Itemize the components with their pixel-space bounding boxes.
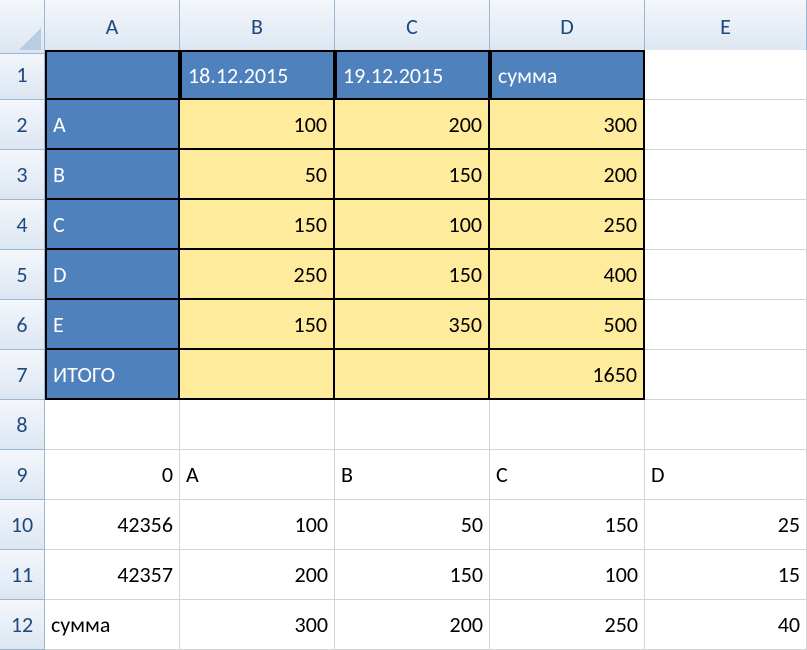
cell-A2[interactable]: A xyxy=(45,100,180,150)
cell-B5[interactable]: 250 xyxy=(180,250,335,300)
col-header-C[interactable]: C xyxy=(335,0,490,54)
cell-D5[interactable]: 400 xyxy=(490,250,645,300)
col-header-A[interactable]: A xyxy=(45,0,180,54)
cell-D11[interactable]: 100 xyxy=(490,550,645,600)
cell-B4[interactable]: 150 xyxy=(180,200,335,250)
col-header-D[interactable]: D xyxy=(490,0,645,54)
row-header-9[interactable]: 9 xyxy=(0,450,45,500)
row-header-8[interactable]: 8 xyxy=(0,400,45,450)
cell-E12[interactable]: 40 xyxy=(645,600,807,650)
row-header-11[interactable]: 11 xyxy=(0,550,45,600)
cell-D10[interactable]: 150 xyxy=(490,500,645,550)
cell-C1[interactable]: 19.12.2015 xyxy=(335,50,490,100)
cell-B12[interactable]: 300 xyxy=(180,600,335,650)
cell-A9[interactable]: 0 xyxy=(45,450,180,500)
cell-E3[interactable] xyxy=(645,150,807,200)
cell-B1[interactable]: 18.12.2015 xyxy=(180,50,335,100)
cell-D1[interactable]: сумма xyxy=(490,50,645,100)
row-header-7[interactable]: 7 xyxy=(0,350,45,400)
cell-A10[interactable]: 42356 xyxy=(45,500,180,550)
cell-A3[interactable]: B xyxy=(45,150,180,200)
cell-A6[interactable]: E xyxy=(45,300,180,350)
cell-C8[interactable] xyxy=(335,400,490,450)
col-header-E[interactable]: E xyxy=(645,0,807,54)
row-header-12[interactable]: 12 xyxy=(0,600,45,650)
cell-E9[interactable]: D xyxy=(645,450,807,500)
cell-C12[interactable]: 200 xyxy=(335,600,490,650)
cell-C11[interactable]: 150 xyxy=(335,550,490,600)
cell-D7[interactable]: 1650 xyxy=(490,350,645,400)
row-header-10[interactable]: 10 xyxy=(0,500,45,550)
col-header-B[interactable]: B xyxy=(180,0,335,54)
cell-A11[interactable]: 42357 xyxy=(45,550,180,600)
cell-B2[interactable]: 100 xyxy=(180,100,335,150)
cell-C5[interactable]: 150 xyxy=(335,250,490,300)
cell-E7[interactable] xyxy=(645,350,807,400)
row-header-2[interactable]: 2 xyxy=(0,100,45,150)
cell-E4[interactable] xyxy=(645,200,807,250)
cell-A12[interactable]: сумма xyxy=(45,600,180,650)
cell-B11[interactable]: 200 xyxy=(180,550,335,600)
cell-C4[interactable]: 100 xyxy=(335,200,490,250)
cell-B10[interactable]: 100 xyxy=(180,500,335,550)
cell-B8[interactable] xyxy=(180,400,335,450)
cell-B9[interactable]: A xyxy=(180,450,335,500)
cell-B6[interactable]: 150 xyxy=(180,300,335,350)
select-all-corner[interactable] xyxy=(0,0,45,54)
row-header-5[interactable]: 5 xyxy=(0,250,45,300)
cell-D12[interactable]: 250 xyxy=(490,600,645,650)
cell-C10[interactable]: 50 xyxy=(335,500,490,550)
row-header-1[interactable]: 1 xyxy=(0,50,45,100)
cell-E2[interactable] xyxy=(645,100,807,150)
cell-E1[interactable] xyxy=(645,50,807,100)
spreadsheet-grid: A B C D E 1 18.12.2015 19.12.2015 сумма … xyxy=(0,0,807,650)
cell-C3[interactable]: 150 xyxy=(335,150,490,200)
cell-C6[interactable]: 350 xyxy=(335,300,490,350)
cell-D3[interactable]: 200 xyxy=(490,150,645,200)
cell-A1[interactable] xyxy=(45,50,180,100)
cell-D6[interactable]: 500 xyxy=(490,300,645,350)
cell-D9[interactable]: C xyxy=(490,450,645,500)
cell-A8[interactable] xyxy=(45,400,180,450)
row-header-3[interactable]: 3 xyxy=(0,150,45,200)
cell-E5[interactable] xyxy=(645,250,807,300)
cell-A5[interactable]: D xyxy=(45,250,180,300)
cell-D2[interactable]: 300 xyxy=(490,100,645,150)
cell-E11[interactable]: 15 xyxy=(645,550,807,600)
cell-B7[interactable] xyxy=(180,350,335,400)
cell-D8[interactable] xyxy=(490,400,645,450)
cell-D4[interactable]: 250 xyxy=(490,200,645,250)
cell-C9[interactable]: B xyxy=(335,450,490,500)
cell-A4[interactable]: C xyxy=(45,200,180,250)
cell-E8[interactable] xyxy=(645,400,807,450)
cell-E6[interactable] xyxy=(645,300,807,350)
cell-C7[interactable] xyxy=(335,350,490,400)
cell-E10[interactable]: 25 xyxy=(645,500,807,550)
cell-C2[interactable]: 200 xyxy=(335,100,490,150)
cell-A7[interactable]: ИТОГО xyxy=(45,350,180,400)
cell-B3[interactable]: 50 xyxy=(180,150,335,200)
row-header-6[interactable]: 6 xyxy=(0,300,45,350)
row-header-4[interactable]: 4 xyxy=(0,200,45,250)
